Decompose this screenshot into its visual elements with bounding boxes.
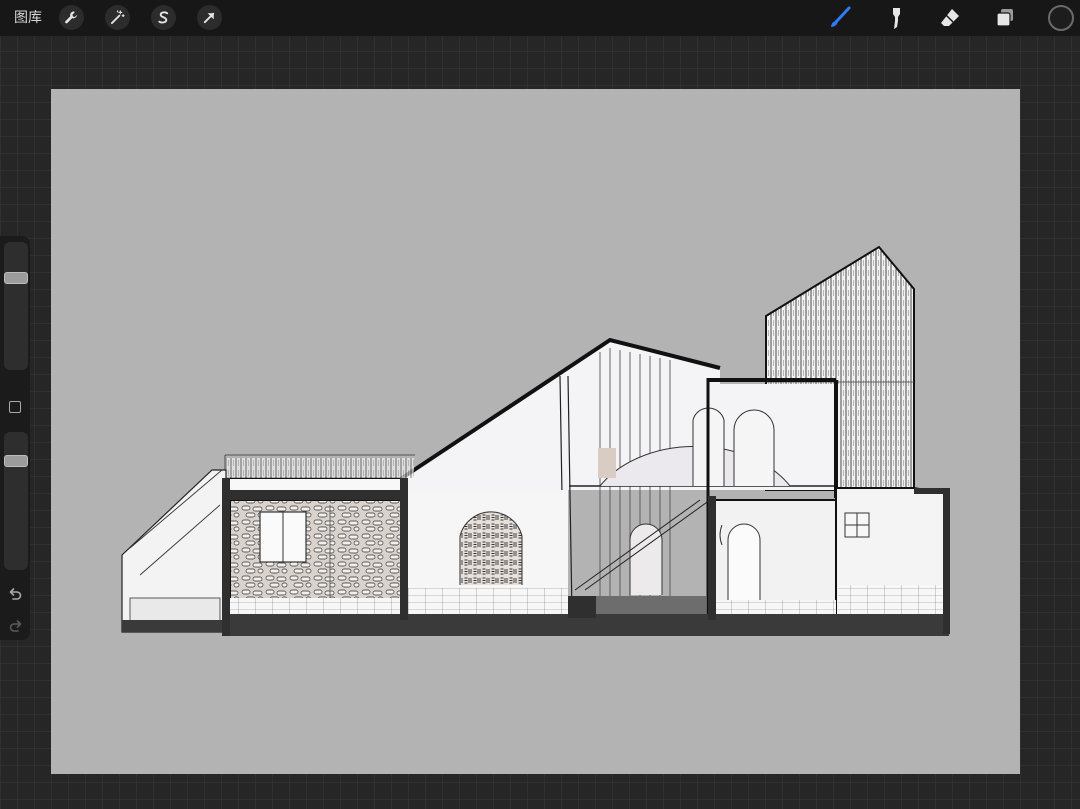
brush-icon: [831, 6, 851, 27]
drawing-canvas[interactable]: [51, 89, 1020, 774]
redo-icon: [9, 620, 22, 632]
brush-tool-button[interactable]: [826, 4, 854, 32]
magic-wand-icon: [110, 10, 125, 25]
selection-icon: [158, 11, 169, 24]
layers-icon: [996, 9, 1013, 27]
selection-button[interactable]: [151, 5, 176, 30]
opacity-slider[interactable]: [4, 432, 28, 570]
undo-icon: [9, 588, 22, 600]
section-drawing-artwork: [121, 245, 950, 636]
modify-button[interactable]: [9, 401, 21, 413]
brush-size-slider[interactable]: [4, 242, 28, 370]
gallery-button[interactable]: 图库: [14, 9, 42, 27]
brush-size-thumb[interactable]: [4, 272, 28, 284]
wrench-icon: [65, 11, 78, 24]
top-toolbar: 图库: [0, 0, 1080, 36]
smudge-tool-button[interactable]: [881, 4, 909, 32]
adjustments-button[interactable]: [105, 5, 130, 30]
transform-button[interactable]: [197, 5, 222, 30]
undo-button[interactable]: [7, 586, 24, 603]
eraser-tool-button[interactable]: [936, 4, 964, 32]
redo-button[interactable]: [7, 618, 24, 635]
eraser-icon: [941, 9, 959, 26]
color-picker-button[interactable]: [1048, 5, 1074, 31]
transform-arrow-icon: [203, 12, 215, 24]
opacity-thumb[interactable]: [4, 455, 28, 467]
sidebar: [0, 236, 30, 640]
smudge-icon: [893, 8, 900, 29]
actions-button[interactable]: [59, 5, 84, 30]
layers-button[interactable]: [991, 4, 1019, 32]
